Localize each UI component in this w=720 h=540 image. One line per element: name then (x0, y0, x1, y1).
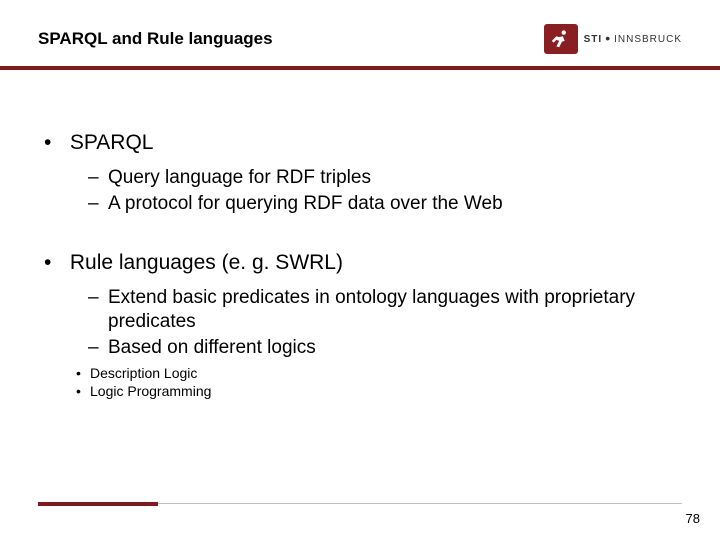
logo-sti: STI (584, 34, 603, 45)
slide-title: SPARQL and Rule languages (38, 29, 273, 49)
logo: STI • INNSBRUCK (544, 24, 682, 54)
bullet-text: SPARQL (70, 131, 154, 154)
subsub-list: Description Logic Logic Programming (44, 365, 678, 400)
sub-list: Query language for RDF triples A protoco… (44, 166, 678, 216)
person-run-icon (550, 28, 572, 50)
slide: SPARQL and Rule languages STI • INNSBRUC… (0, 0, 720, 540)
sub-list: Extend basic predicates in ontology lang… (44, 286, 678, 359)
header: SPARQL and Rule languages STI • INNSBRUC… (38, 18, 682, 60)
bullet-item: SPARQL Query language for RDF triples A … (44, 130, 678, 216)
sub-item: Based on different logics (88, 336, 678, 360)
bullet-item: Rule languages (e. g. SWRL) Extend basic… (44, 250, 678, 401)
bullet-list: SPARQL Query language for RDF triples A … (38, 130, 682, 400)
subsub-item: Description Logic (76, 365, 678, 383)
content: SPARQL Query language for RDF triples A … (38, 130, 682, 400)
footer-accent (38, 502, 158, 506)
header-rule (0, 66, 720, 70)
logo-dot: • (603, 33, 613, 43)
page-number: 78 (686, 511, 700, 526)
sub-item: A protocol for querying RDF data over th… (88, 192, 678, 216)
sub-item: Query language for RDF triples (88, 166, 678, 190)
bullet-text: Rule languages (e. g. SWRL) (70, 251, 343, 274)
sub-item: Extend basic predicates in ontology lang… (88, 286, 678, 334)
logo-text: STI • INNSBRUCK (584, 34, 682, 45)
logo-icon (544, 24, 578, 54)
logo-rest: INNSBRUCK (614, 34, 682, 45)
subsub-item: Logic Programming (76, 383, 678, 401)
